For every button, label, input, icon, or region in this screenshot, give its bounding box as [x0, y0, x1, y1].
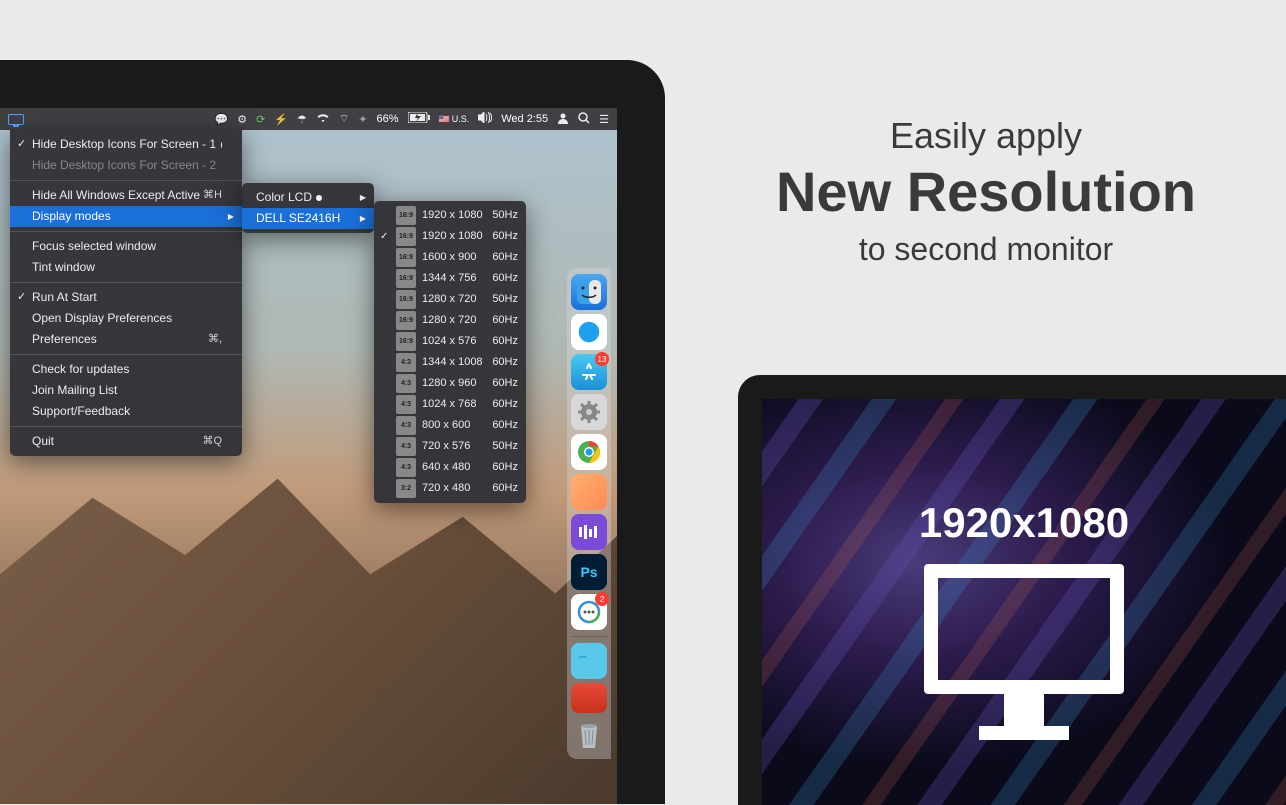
- volume-icon[interactable]: [478, 112, 492, 126]
- menu-hide-all-windows[interactable]: Hide All Windows Except Active⌘H: [10, 185, 242, 206]
- resolution-option[interactable]: 4:3800 x 60060Hz: [374, 415, 526, 436]
- resolution-option[interactable]: 16:91024 x 57660Hz: [374, 331, 526, 352]
- dock-downloads[interactable]: [571, 643, 607, 679]
- plug-icon[interactable]: ⚡: [274, 113, 288, 126]
- display-color-lcd[interactable]: Color LCD: [242, 187, 374, 208]
- sync-icon[interactable]: ⟳: [256, 113, 265, 126]
- menu-support[interactable]: Support/Feedback: [10, 401, 242, 422]
- dock-trash[interactable]: [571, 717, 607, 753]
- dock-app-orange[interactable]: [571, 474, 607, 510]
- app-menubar-icon[interactable]: [8, 114, 24, 125]
- resolution-label: 1920x1080: [919, 499, 1129, 547]
- monitor-icon: [924, 564, 1124, 740]
- gear-icon[interactable]: ⚙: [237, 113, 247, 126]
- menu-display-modes[interactable]: Display modes: [10, 206, 242, 227]
- dock-chat[interactable]: 2: [571, 594, 607, 630]
- battery-percent: 66%: [376, 113, 398, 125]
- laptop-screen: 💬 ⚙ ⟳ ⚡ ☂ ⌔ ✦ 66% 🇺🇸U.S. Wed 2:55: [0, 108, 617, 804]
- search-icon[interactable]: [578, 112, 590, 127]
- umbrella-icon[interactable]: ☂: [297, 113, 307, 126]
- resolution-option[interactable]: 4:31024 x 76860Hz: [374, 394, 526, 415]
- clock[interactable]: Wed 2:55: [501, 113, 548, 125]
- dock-app-red[interactable]: [571, 683, 607, 713]
- menu-check-updates[interactable]: Check for updates: [10, 359, 242, 380]
- chat-icon[interactable]: 💬: [215, 113, 229, 126]
- menubar: 💬 ⚙ ⟳ ⚡ ☂ ⌔ ✦ 66% 🇺🇸U.S. Wed 2:55: [0, 108, 617, 130]
- menu-open-display-prefs[interactable]: Open Display Preferences: [10, 308, 242, 329]
- dock: 13 Ps 2: [567, 268, 611, 759]
- resolution-option[interactable]: 16:91600 x 90060Hz: [374, 247, 526, 268]
- menu-run-at-start[interactable]: Run At Start: [10, 287, 242, 308]
- battery-icon[interactable]: [408, 112, 430, 126]
- promo-line-3: to second monitor: [746, 231, 1226, 268]
- bluetooth-icon[interactable]: ⌔: [339, 112, 349, 126]
- menu-focus-window[interactable]: Focus selected window: [10, 236, 242, 257]
- menu-preferences[interactable]: Preferences⌘,: [10, 329, 242, 350]
- resolution-option[interactable]: 3:2720 x 48060Hz: [374, 478, 526, 499]
- resolution-option[interactable]: 4:31344 x 100860Hz: [374, 352, 526, 373]
- resolution-submenu: 16:91920 x 108050Hz16:91920 x 108060Hz16…: [374, 201, 526, 503]
- chat-badge: 2: [595, 592, 609, 606]
- dock-photoshop[interactable]: Ps: [571, 554, 607, 590]
- resolution-option[interactable]: 16:91920 x 108050Hz: [374, 205, 526, 226]
- second-monitor-frame: 1920x1080: [738, 375, 1286, 805]
- input-locale[interactable]: 🇺🇸U.S.: [439, 114, 470, 125]
- resolution-option[interactable]: 4:3640 x 48060Hz: [374, 457, 526, 478]
- dock-app-purple[interactable]: [571, 514, 607, 550]
- wifi-icon[interactable]: [316, 113, 330, 126]
- dock-safari[interactable]: [571, 314, 607, 350]
- resolution-option[interactable]: 16:91280 x 72050Hz: [374, 289, 526, 310]
- resolution-option[interactable]: 16:91344 x 75660Hz: [374, 268, 526, 289]
- dock-appstore[interactable]: 13: [571, 354, 607, 390]
- menu-hide-icons-2: Hide Desktop Icons For Screen - 2: [10, 155, 242, 176]
- display-submenu: Color LCD DELL SE2416H: [242, 183, 374, 233]
- display-dell[interactable]: DELL SE2416H: [242, 208, 374, 229]
- dock-chrome[interactable]: [571, 434, 607, 470]
- promo-text: Easily apply New Resolution to second mo…: [746, 115, 1226, 268]
- laptop-frame: 💬 ⚙ ⟳ ⚡ ☂ ⌔ ✦ 66% 🇺🇸U.S. Wed 2:55: [0, 60, 665, 804]
- menu-hide-icons-1[interactable]: Hide Desktop Icons For Screen - 1: [10, 134, 242, 155]
- resolution-option[interactable]: 4:3720 x 57650Hz: [374, 436, 526, 457]
- promo-line-2: New Resolution: [746, 161, 1226, 223]
- resolution-option[interactable]: 16:91280 x 72060Hz: [374, 310, 526, 331]
- dock-finder[interactable]: [571, 274, 607, 310]
- resolution-option[interactable]: 16:91920 x 108060Hz: [374, 226, 526, 247]
- star-icon[interactable]: ✦: [358, 113, 367, 126]
- promo-line-1: Easily apply: [746, 115, 1226, 157]
- menu-tint-window[interactable]: Tint window: [10, 257, 242, 278]
- resolution-option[interactable]: 4:31280 x 96060Hz: [374, 373, 526, 394]
- second-monitor-screen: 1920x1080: [762, 399, 1286, 805]
- control-center-icon[interactable]: ☰: [599, 113, 609, 126]
- dock-settings[interactable]: [571, 394, 607, 430]
- user-icon[interactable]: [557, 112, 569, 127]
- menu-mailing-list[interactable]: Join Mailing List: [10, 380, 242, 401]
- appstore-badge: 13: [595, 352, 609, 366]
- menu-quit[interactable]: Quit⌘Q: [10, 431, 242, 452]
- app-menu: Hide Desktop Icons For Screen - 1 Hide D…: [10, 130, 242, 456]
